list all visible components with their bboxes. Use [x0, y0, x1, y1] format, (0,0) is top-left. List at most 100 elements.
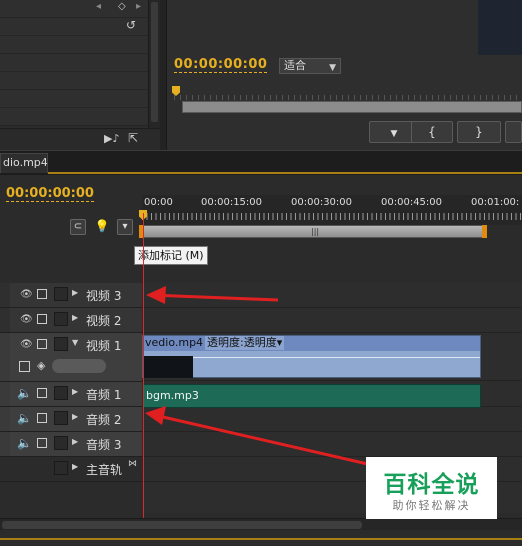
work-area-bar[interactable]: |||	[142, 225, 486, 238]
eye-icon[interactable]: 👁	[20, 314, 33, 325]
track-name: 视频 2	[86, 314, 122, 328]
track-name: 主音轨	[86, 463, 123, 477]
reset-icon[interactable]: ↺	[126, 18, 136, 32]
track-header-master[interactable]: ▶ 主音轨 ⋈	[0, 457, 142, 482]
track-name: 视频 1	[86, 339, 122, 353]
scrollbar-thumb[interactable]	[151, 2, 158, 122]
video-preview	[478, 0, 522, 55]
tab-divider	[48, 172, 522, 174]
film-icon[interactable]	[37, 388, 47, 398]
lane-video-2[interactable]	[142, 308, 522, 333]
panel-footer: ▶♪ ⇱	[0, 128, 160, 150]
playhead-line[interactable]	[143, 213, 144, 523]
horizontal-scrollbar[interactable]	[0, 518, 522, 530]
lane-audio-2[interactable]	[142, 407, 522, 432]
expand-triangle-icon[interactable]: ▶	[72, 387, 78, 396]
expand-triangle-icon[interactable]: ▶	[72, 462, 78, 471]
diamond-icon[interactable]: ◇	[118, 1, 126, 12]
lock-toggle[interactable]	[54, 386, 68, 400]
film-icon[interactable]	[37, 438, 47, 448]
bowtie-icon: ⋈	[128, 459, 137, 469]
clip-name: vedio.mp4	[145, 336, 204, 349]
video-clip[interactable]: vedio.mp4 透明度:透明度▾	[142, 335, 481, 378]
panel-row: ↺	[0, 18, 159, 36]
work-area-end-handle[interactable]	[482, 225, 487, 238]
keyframe-icon[interactable]: ◈	[37, 359, 45, 372]
track-header-video-1[interactable]: 👁 ▼ 视频 3 视频 1 ◈	[0, 333, 142, 382]
keyframe-navigator[interactable]	[52, 359, 106, 373]
track-header-audio-1[interactable]: 🔈 ▶ 音频 1	[0, 382, 142, 407]
track-name: 音频 1	[86, 388, 122, 402]
film-icon[interactable]	[37, 339, 47, 349]
monitor-scrub-bar[interactable]	[182, 101, 522, 113]
watermark-subtitle: 助你轻松解决	[392, 499, 471, 512]
panel-row	[0, 72, 159, 90]
track-header-video-2[interactable]: 👁 ▶ 视频 2	[0, 308, 142, 333]
lane-audio-3[interactable]	[142, 432, 522, 457]
triangle-right-icon[interactable]: ▸	[136, 1, 141, 12]
triangle-left-icon[interactable]: ◂	[96, 1, 101, 12]
lock-toggle[interactable]	[54, 461, 68, 475]
lightbulb-icon[interactable]: 💡	[94, 219, 110, 235]
ruler-label: 00:01:00:	[471, 197, 520, 208]
go-to-in-button[interactable]	[505, 121, 522, 143]
tooltip: 添加标记 (M)	[134, 246, 208, 265]
film-icon[interactable]	[37, 314, 47, 324]
track-header-audio-3[interactable]: 🔈 ▶ 音频 3	[0, 432, 142, 457]
monitor-timecode[interactable]: 00:00:00:00	[174, 57, 268, 73]
panel-row	[0, 36, 159, 54]
audio-clip[interactable]: bgm.mp3	[142, 384, 481, 408]
speaker-icon[interactable]: 🔈	[17, 436, 32, 450]
lane-video-3[interactable]	[142, 283, 522, 308]
track-header-audio-2[interactable]: 🔈 ▶ 音频 2	[0, 407, 142, 432]
ruler-label: 00:00:30:00	[291, 197, 353, 208]
lock-toggle[interactable]	[54, 312, 68, 326]
ruler-label: 00:00:45:00	[381, 197, 443, 208]
eye-icon[interactable]: 👁	[20, 339, 33, 350]
panel-row	[0, 90, 159, 108]
fit-dropdown[interactable]: 适合 ▼	[279, 58, 341, 74]
panel-row	[0, 54, 159, 72]
speaker-icon[interactable]: 🔈	[17, 386, 32, 400]
mark-in-button[interactable]: {	[411, 121, 453, 143]
lock-toggle[interactable]	[54, 287, 68, 301]
opacity-dropdown[interactable]: 透明度:透明度▾	[205, 336, 285, 350]
film-icon[interactable]	[37, 289, 47, 299]
ruler-ticks	[142, 213, 522, 220]
panel-divider	[0, 538, 522, 540]
expand-triangle-icon[interactable]: ▶	[72, 288, 78, 297]
lock-toggle[interactable]	[54, 337, 68, 351]
fit-value: 适合	[284, 59, 306, 72]
film-icon[interactable]	[37, 413, 47, 423]
tab-sequence[interactable]: dio.mp4	[0, 153, 48, 173]
display-style-icon[interactable]	[19, 361, 30, 372]
panel-row: ◂ ◇ ▸	[0, 0, 159, 18]
eye-icon[interactable]: 👁	[20, 289, 33, 300]
collapse-triangle-icon[interactable]: ▼	[72, 338, 78, 347]
track-header-video-3[interactable]: 👁 ▶ 视频 3	[0, 283, 142, 308]
audio-only-icon[interactable]: ▶♪	[104, 132, 119, 145]
lock-toggle[interactable]	[54, 411, 68, 425]
mark-out-button[interactable]: }	[457, 121, 501, 143]
expand-triangle-icon[interactable]: ▶	[72, 437, 78, 446]
vertical-scrollbar[interactable]	[148, 0, 160, 128]
ruler-label: 00:00	[144, 197, 173, 208]
opacity-line[interactable]	[193, 357, 480, 358]
expand-triangle-icon[interactable]: ▶	[72, 313, 78, 322]
speaker-icon[interactable]: 🔈	[17, 411, 32, 425]
expand-triangle-icon[interactable]: ▶	[72, 412, 78, 421]
export-frame-icon[interactable]: ⇱	[128, 131, 138, 145]
monitor-ruler[interactable]	[174, 86, 522, 100]
panel-row	[0, 108, 159, 126]
track-name: 音频 3	[86, 438, 122, 452]
track-name: 音频 2	[86, 413, 122, 427]
grip-icon: |||	[311, 227, 320, 236]
snap-icon[interactable]: ⊂	[70, 219, 86, 235]
clip-header: vedio.mp4 透明度:透明度▾	[143, 336, 480, 351]
timeline-timecode[interactable]: 00:00:00:00	[6, 186, 94, 202]
watermark-logo: 百科全说 助你轻松解决	[366, 457, 497, 519]
lock-toggle[interactable]	[54, 436, 68, 450]
add-marker-icon[interactable]: ▾	[117, 219, 133, 235]
ruler-label: 00:00:15:00	[201, 197, 263, 208]
scrollbar-thumb[interactable]	[2, 521, 362, 529]
